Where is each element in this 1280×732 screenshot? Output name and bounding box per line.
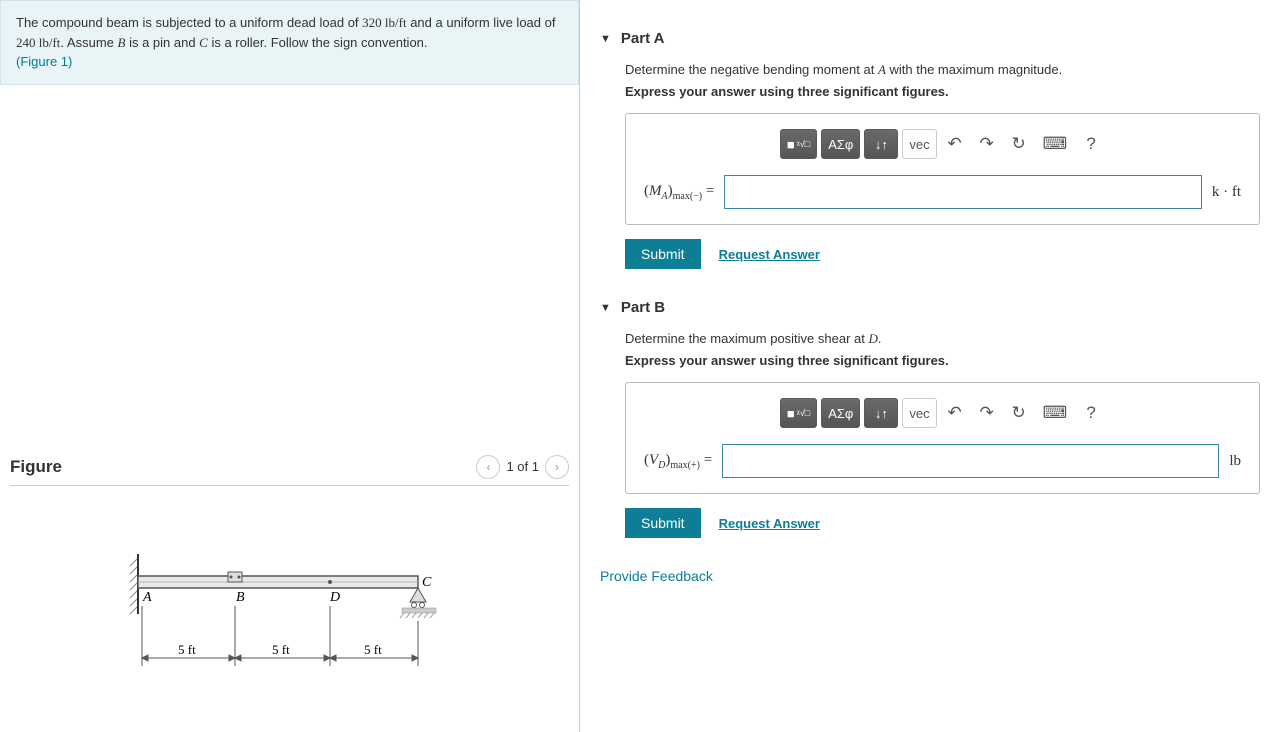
roller-label: C [199, 35, 208, 50]
greek-button[interactable]: ΑΣφ [821, 398, 860, 428]
subsup-button[interactable]: ↓↑ [864, 398, 898, 428]
part-a-answer-input[interactable] [724, 175, 1201, 209]
help-button[interactable]: ? [1077, 129, 1105, 159]
part-b-unit: lb [1229, 453, 1241, 470]
dim-3: 5 ft [364, 642, 382, 657]
collapse-icon: ▼ [600, 302, 611, 314]
figure-link[interactable]: (Figure 1) [16, 54, 72, 69]
text: is a pin and [125, 35, 199, 50]
part-a-header[interactable]: ▼ Part A [600, 30, 1260, 47]
label-D: D [329, 590, 340, 605]
part-a-submit-button[interactable]: Submit [625, 239, 701, 269]
problem-statement: The compound beam is subjected to a unif… [0, 0, 579, 85]
live-load-value: 240 lb/ft [16, 35, 60, 50]
figure-next-button[interactable]: › [545, 455, 569, 479]
dim-2: 5 ft [272, 642, 290, 657]
vec-button[interactable]: vec [902, 129, 936, 159]
part-b-header[interactable]: ▼ Part B [600, 299, 1260, 316]
part-b-request-answer-link[interactable]: Request Answer [719, 516, 820, 531]
redo-button[interactable]: ↷ [973, 129, 1001, 159]
text: is a roller. Follow the sign convention. [208, 35, 428, 50]
greek-button[interactable]: ΑΣφ [821, 129, 860, 159]
part-a-lhs: (MA)max(−) = [644, 183, 714, 202]
reset-button[interactable]: ↻ [1005, 129, 1033, 159]
text: The compound beam is subjected to a unif… [16, 15, 362, 30]
keyboard-button[interactable]: ⌨ [1037, 129, 1074, 159]
text: and a uniform live load of [407, 15, 556, 30]
keyboard-button[interactable]: ⌨ [1037, 398, 1074, 428]
part-b-title: Part B [621, 299, 665, 316]
part-a-instruction: Determine the negative bending moment at… [625, 62, 1260, 78]
text: . Assume [60, 35, 117, 50]
label-C: C [422, 575, 432, 590]
dead-load-value: 320 lb/ft [362, 15, 406, 30]
part-b-format-hint: Express your answer using three signific… [625, 353, 1260, 368]
vec-button[interactable]: vec [902, 398, 936, 428]
undo-button[interactable]: ↶ [941, 398, 969, 428]
undo-button[interactable]: ↶ [941, 129, 969, 159]
figure-prev-button[interactable]: ‹ [476, 455, 500, 479]
collapse-icon: ▼ [600, 33, 611, 45]
figure-diagram: A B D C [10, 546, 569, 696]
part-a-request-answer-link[interactable]: Request Answer [719, 247, 820, 262]
help-button[interactable]: ? [1077, 398, 1105, 428]
templates-button[interactable]: ■ᵡ√□ [780, 129, 817, 159]
templates-button[interactable]: ■ᵡ√□ [780, 398, 817, 428]
part-b-submit-button[interactable]: Submit [625, 508, 701, 538]
part-b-lhs: (VD)max(+) = [644, 452, 712, 471]
part-a-title: Part A [621, 30, 665, 47]
part-a-answer-box: ■ᵡ√□ ΑΣφ ↓↑ vec ↶ ↷ ↻ ⌨ ? (MA)max(−) = k… [625, 113, 1260, 225]
part-b-instruction: Determine the maximum positive shear at … [625, 331, 1260, 347]
part-b-answer-input[interactable] [722, 444, 1219, 478]
subsup-button[interactable]: ↓↑ [864, 129, 898, 159]
redo-button[interactable]: ↷ [973, 398, 1001, 428]
figure-counter: 1 of 1 [506, 459, 539, 474]
label-B: B [236, 590, 245, 605]
provide-feedback-link[interactable]: Provide Feedback [600, 568, 1260, 584]
reset-button[interactable]: ↻ [1005, 398, 1033, 428]
part-a-unit: k · ft [1212, 184, 1241, 201]
part-a-format-hint: Express your answer using three signific… [625, 84, 1260, 99]
figure-title: Figure [10, 457, 62, 477]
part-b-answer-box: ■ᵡ√□ ΑΣφ ↓↑ vec ↶ ↷ ↻ ⌨ ? (VD)max(+) = l… [625, 382, 1260, 494]
label-A: A [142, 590, 152, 605]
dim-1: 5 ft [178, 642, 196, 657]
